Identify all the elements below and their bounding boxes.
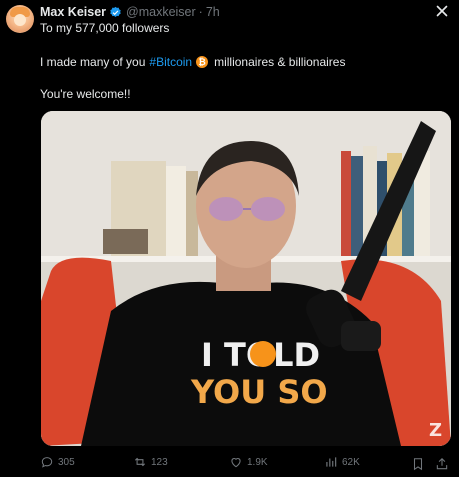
tweet-text-prefix: I made many of you <box>40 55 146 69</box>
media-scene: I TOLD YOU SO Z <box>41 111 451 446</box>
reply-icon <box>41 457 53 468</box>
book-stack <box>103 229 148 254</box>
author-handle[interactable]: @maxkeiser <box>126 5 196 19</box>
tweet-text-line-1: To my 577,000 followers <box>40 21 170 35</box>
hashtag-bitcoin-link[interactable]: #Bitcoin <box>149 55 192 69</box>
like-button[interactable]: 1.9K <box>229 455 268 469</box>
tweet-text-line-2: I made many of you #Bitcoin ₿ millionair… <box>40 55 345 69</box>
heart-icon <box>231 458 241 468</box>
book <box>166 166 186 256</box>
mic-mount <box>341 321 381 351</box>
tweet-text-line-3: You're welcome!! <box>40 87 131 101</box>
bitcoin-icon: ₿ <box>196 56 209 68</box>
shirt-bitcoin-logo <box>250 341 276 367</box>
avatar-face <box>14 14 26 26</box>
repost-button[interactable]: 123 <box>133 455 168 469</box>
tweet-actions: 305 123 1.9K 62K <box>40 455 451 473</box>
bookmark-icon[interactable] <box>411 457 425 471</box>
tweet-text-suffix: millionaires & billionaires <box>214 55 346 69</box>
glasses-left-lens <box>209 197 243 221</box>
close-icon[interactable] <box>433 2 451 20</box>
book <box>351 156 363 261</box>
separator-dot: · <box>198 5 203 19</box>
like-count: 1.9K <box>247 456 268 468</box>
watermark-logo: Z <box>429 420 442 441</box>
book <box>341 151 351 261</box>
views-chart-icon <box>326 457 337 467</box>
share-icon[interactable] <box>435 457 449 471</box>
views-button[interactable]: 62K <box>324 455 360 469</box>
book <box>186 171 198 256</box>
views-count: 62K <box>342 456 360 468</box>
reply-button[interactable]: 305 <box>40 455 75 469</box>
tweet-time[interactable]: 7h <box>206 5 220 19</box>
author-name[interactable]: Max Keiser <box>40 5 106 19</box>
repost-icon <box>134 457 146 467</box>
tweet-media-image[interactable]: I TOLD YOU SO Z <box>41 111 451 446</box>
shirt-text-line-2: YOU SO <box>190 373 328 411</box>
avatar[interactable] <box>6 5 34 33</box>
reply-count: 305 <box>58 456 75 468</box>
glasses-right-lens <box>251 197 285 221</box>
tweet-header: Max Keiser @maxkeiser · 7h <box>40 4 429 20</box>
repost-count: 123 <box>151 456 168 468</box>
verified-badge-icon <box>110 6 121 17</box>
